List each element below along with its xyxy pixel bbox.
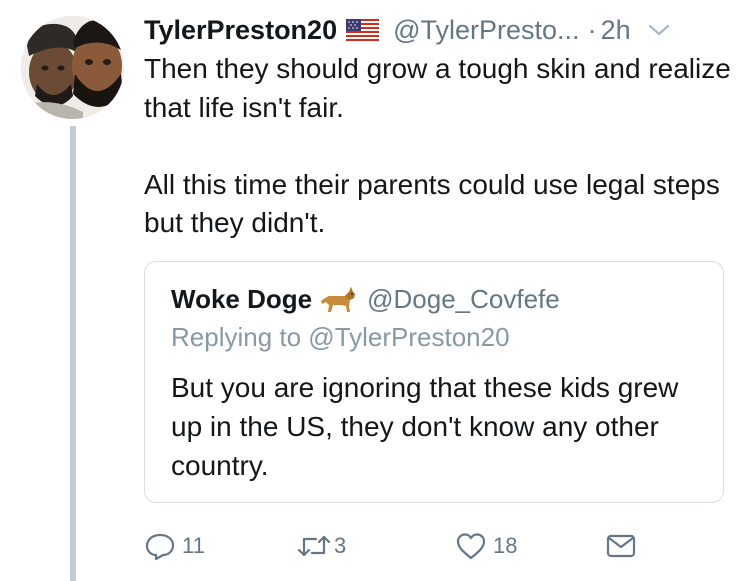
quoted-tweet-text: But you are ignoring that these kids gre…: [171, 372, 679, 481]
quoted-tweet-header: Woke Doge @Doge_Covfefe: [171, 280, 560, 318]
tweet-text-paragraph: Then they should grow a tough skin and r…: [144, 53, 731, 123]
reply-button[interactable]: 11: [144, 528, 205, 564]
dog-icon: [319, 284, 357, 314]
avatar[interactable]: [21, 16, 124, 119]
reply-icon: [144, 531, 176, 561]
us-flag-icon: [346, 19, 380, 41]
quoted-tweet-card[interactable]: Woke Doge @Doge_Covfefe Replying to @Tyl…: [144, 261, 724, 503]
direct-message-button[interactable]: [606, 528, 636, 564]
reply-count: 11: [182, 533, 205, 558]
retweet-button[interactable]: 3: [296, 528, 346, 564]
like-count: 18: [493, 533, 518, 558]
quoted-user-handle[interactable]: @Doge_Covfefe: [367, 284, 560, 315]
separator-dot: ·: [587, 14, 597, 45]
timestamp[interactable]: 2h: [601, 15, 631, 46]
tweet-text: Then they should grow a tough skin and r…: [144, 50, 734, 243]
replying-to-label: Replying to @TylerPreston20: [171, 322, 510, 352]
chevron-down-icon[interactable]: [647, 22, 671, 38]
like-button[interactable]: 18: [455, 528, 517, 564]
tweet-header: TylerPreston20 @TylerPresto... · 2h: [144, 10, 744, 50]
heart-icon: [455, 531, 487, 561]
avatar-image: [21, 16, 124, 119]
retweet-count: 3: [334, 533, 347, 558]
tweet-text-paragraph: All this time their parents could use le…: [144, 168, 720, 239]
display-name[interactable]: TylerPreston20: [144, 15, 337, 46]
user-handle[interactable]: @TylerPresto...: [393, 15, 579, 46]
retweet-icon: [296, 531, 332, 561]
envelope-icon: [606, 533, 636, 559]
quoted-display-name: Woke Doge: [171, 283, 313, 314]
tweet-actions-bar: 11 3 18: [144, 528, 664, 564]
thread-connector-line: [70, 126, 76, 581]
